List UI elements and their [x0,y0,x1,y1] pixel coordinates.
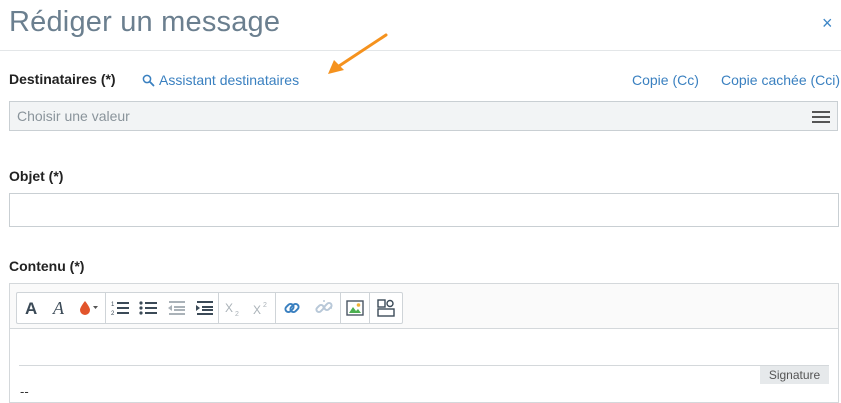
toolbar-group-script: X 2 X 2 [219,293,276,323]
svg-text:1: 1 [111,302,115,308]
dialog-title: Rédiger un message [9,6,281,38]
svg-text:2: 2 [263,302,267,309]
link-icon[interactable] [276,293,308,323]
unlink-icon[interactable] [308,293,340,323]
text-color-icon[interactable] [73,293,105,323]
svg-text:A: A [52,300,65,316]
svg-text:2: 2 [235,311,239,316]
ordered-list-icon[interactable]: 1 2 [106,293,134,323]
bullet-list-icon[interactable] [134,293,162,323]
image-icon[interactable] [341,293,369,323]
indent-icon[interactable] [190,293,218,323]
bold-icon[interactable]: A [17,293,45,323]
toolbar-group-text: A A [17,293,106,323]
cc-link[interactable]: Copie (Cc) [632,72,699,88]
arrow-annotation-icon [328,33,388,74]
menu-icon[interactable] [812,110,830,124]
content-editor[interactable]: A A 1 2 X 2 X 2 Signature -- [9,283,839,403]
toolbar-buttons: A A 1 2 X 2 X 2 [16,292,403,324]
toolbar-group-image [341,293,370,323]
close-icon[interactable]: × [822,14,833,32]
recipients-select[interactable]: Choisir une valeur [9,101,838,131]
recipients-assistant-label: Assistant destinataires [159,72,300,88]
signature-separator: -- [20,384,29,399]
subject-label: Objet (*) [9,168,64,184]
subject-input[interactable] [9,193,839,227]
subscript-icon[interactable]: X 2 [219,293,247,323]
svg-text:X: X [225,301,233,315]
search-icon [142,74,155,86]
bcc-link[interactable]: Copie cachée (Cci) [721,72,840,88]
toolbar-group-lists: 1 2 [106,293,219,323]
recipients-placeholder: Choisir une valeur [17,108,130,124]
recipients-assistant-link[interactable]: Assistant destinataires [142,72,299,88]
svg-text:X: X [253,303,261,316]
template-icon[interactable] [370,293,402,323]
editor-toolbar: A A 1 2 X 2 X 2 [10,284,838,329]
svg-text:A: A [25,300,37,316]
toolbar-group-template [370,293,402,323]
header-divider [0,50,841,51]
signature-divider [19,365,829,366]
superscript-icon[interactable]: X 2 [247,293,275,323]
signature-badge[interactable]: Signature [760,366,829,384]
content-label: Contenu (*) [9,258,85,274]
recipients-label: Destinataires (*) [9,71,116,87]
italic-icon[interactable]: A [45,293,73,323]
svg-text:2: 2 [111,311,115,316]
toolbar-group-links [276,293,341,323]
outdent-icon[interactable] [162,293,190,323]
